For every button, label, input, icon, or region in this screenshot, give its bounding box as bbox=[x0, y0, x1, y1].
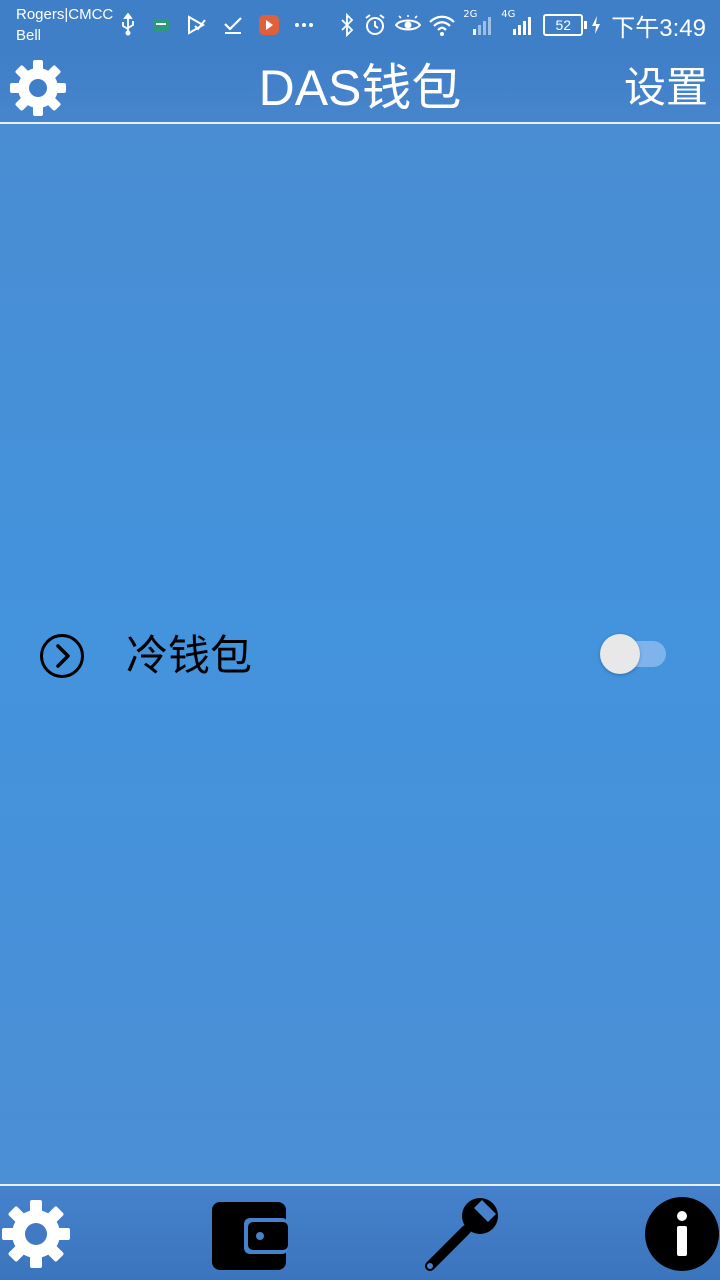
clock: 下午3:49 bbox=[611, 14, 706, 42]
more-notifications-icon bbox=[294, 22, 314, 28]
page-title: DAS钱包 bbox=[258, 60, 462, 116]
notification-icons bbox=[120, 12, 314, 38]
wallet-icon[interactable] bbox=[210, 1200, 288, 1272]
eye-comfort-icon bbox=[395, 15, 422, 35]
wrench-icon[interactable] bbox=[424, 1196, 504, 1274]
alarm-icon bbox=[363, 13, 387, 37]
toggle-knob bbox=[600, 634, 640, 674]
cold-wallet-toggle[interactable] bbox=[600, 634, 668, 674]
download-done-icon bbox=[222, 14, 244, 36]
signal-2g-icon: 2G bbox=[463, 9, 493, 37]
signal-4g-icon: 4G bbox=[501, 9, 535, 37]
network-4g-label: 4G bbox=[501, 9, 516, 20]
message-icon bbox=[150, 14, 172, 36]
settings-button[interactable]: 设置 bbox=[624, 62, 708, 114]
system-status: 2G 4G 52 下午3:49 bbox=[339, 9, 706, 42]
charging-icon bbox=[591, 16, 601, 34]
carrier-info: Rogers|CMCC Bell bbox=[16, 4, 113, 46]
cold-wallet-row[interactable]: 冷钱包 bbox=[0, 620, 720, 690]
bottom-navigation bbox=[0, 1184, 720, 1280]
info-icon[interactable] bbox=[644, 1196, 720, 1272]
play-check-icon bbox=[186, 14, 208, 36]
gear-icon[interactable] bbox=[0, 1198, 72, 1270]
battery-indicator: 52 bbox=[543, 14, 588, 36]
carrier-line-1: Rogers|CMCC bbox=[16, 6, 114, 23]
chevron-right-circle-icon[interactable] bbox=[38, 632, 86, 680]
cold-wallet-label: 冷钱包 bbox=[126, 632, 253, 679]
carrier-line-2: Bell bbox=[16, 27, 42, 44]
usb-icon bbox=[120, 13, 136, 37]
network-2g-label: 2G bbox=[463, 9, 478, 20]
bluetooth-icon bbox=[339, 13, 355, 37]
app-header: DAS钱包 设置 bbox=[0, 52, 720, 124]
app-notification-icon bbox=[258, 14, 280, 36]
status-bar: Rogers|CMCC Bell 2G 4G 52 下午3:49 bbox=[0, 0, 720, 52]
wifi-icon bbox=[429, 14, 456, 36]
